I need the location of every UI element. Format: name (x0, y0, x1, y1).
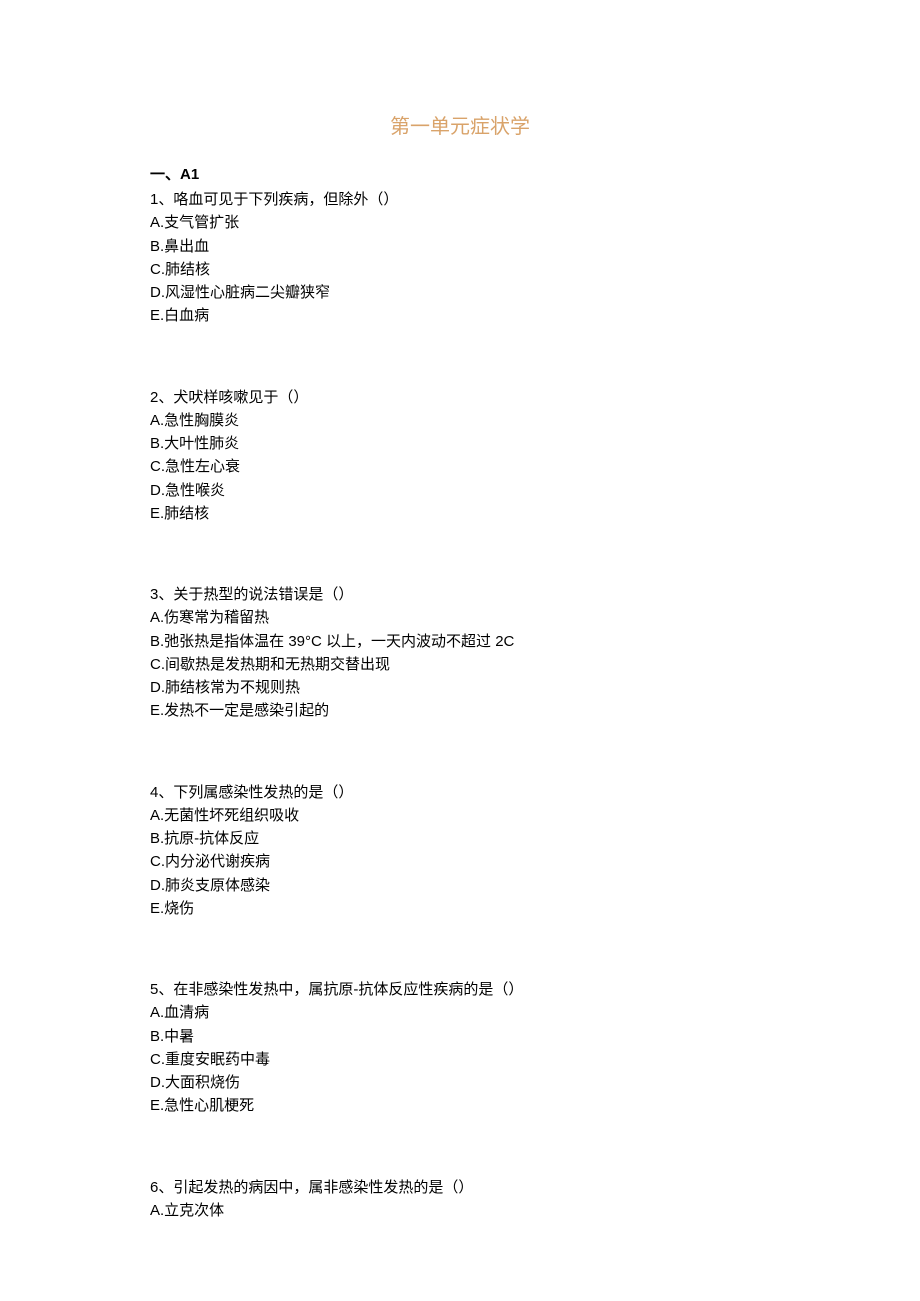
question-stem: 1、咯血可见于下列疾病，但除外（） (150, 188, 770, 211)
question-stem-text: 咯血可见于下列疾病，但除外（） (173, 191, 398, 208)
question-option: E.发热不一定是感染引起的 (150, 699, 770, 722)
question-stem-text: 犬吠样咳嗽见于（） (173, 389, 308, 406)
question-stem: 3、关于热型的说法错误是（） (150, 583, 770, 606)
question-option: B.中暑 (150, 1025, 770, 1048)
question-option: B.鼻出血 (150, 235, 770, 258)
question-option: D.急性喉炎 (150, 479, 770, 502)
question-stem-text: 引起发热的病因中，属非感染性发热的是（） (173, 1179, 473, 1196)
question-number: 6、 (150, 1179, 173, 1196)
question-option: D.肺结核常为不规则热 (150, 676, 770, 699)
question-block: 3、关于热型的说法错误是（）A.伤寒常为稽留热B.弛张热是指体温在 39°C 以… (150, 583, 770, 723)
question-option: A.立克次体 (150, 1199, 770, 1222)
question-stem: 5、在非感染性发热中，属抗原-抗体反应性疾病的是（） (150, 978, 770, 1001)
questions-container: 1、咯血可见于下列疾病，但除外（）A.支气管扩张B.鼻出血C.肺结核D.风湿性心… (150, 188, 770, 1222)
question-option: A.无菌性坏死组织吸收 (150, 804, 770, 827)
question-block: 5、在非感染性发热中，属抗原-抗体反应性疾病的是（）A.血清病B.中暑C.重度安… (150, 978, 770, 1118)
question-option: D.风湿性心脏病二尖瓣狭窄 (150, 281, 770, 304)
question-block: 6、引起发热的病因中，属非感染性发热的是（）A.立克次体 (150, 1176, 770, 1223)
question-option: C.内分泌代谢疾病 (150, 850, 770, 873)
question-option: E.肺结核 (150, 502, 770, 525)
question-stem: 2、犬吠样咳嗽见于（） (150, 386, 770, 409)
question-stem-text: 下列属感染性发热的是（） (173, 784, 353, 801)
question-option: C.急性左心衰 (150, 455, 770, 478)
question-block: 2、犬吠样咳嗽见于（）A.急性胸膜炎B.大叶性肺炎C.急性左心衰D.急性喉炎E.… (150, 386, 770, 526)
question-stem-text: 在非感染性发热中，属抗原-抗体反应性疾病的是（） (173, 981, 523, 998)
question-block: 1、咯血可见于下列疾病，但除外（）A.支气管扩张B.鼻出血C.肺结核D.风湿性心… (150, 188, 770, 328)
question-option: E.急性心肌梗死 (150, 1094, 770, 1117)
section-label: 一、A1 (150, 163, 770, 184)
question-option: A.伤寒常为稽留热 (150, 606, 770, 629)
question-option: A.支气管扩张 (150, 211, 770, 234)
question-block: 4、下列属感染性发热的是（）A.无菌性坏死组织吸收B.抗原-抗体反应C.内分泌代… (150, 781, 770, 921)
question-option: C.间歇热是发热期和无热期交替出现 (150, 653, 770, 676)
question-option: E.白血病 (150, 304, 770, 327)
question-number: 5、 (150, 981, 173, 998)
question-stem: 4、下列属感染性发热的是（） (150, 781, 770, 804)
question-option: E.烧伤 (150, 897, 770, 920)
question-option: C.肺结核 (150, 258, 770, 281)
question-option: C.重度安眠药中毒 (150, 1048, 770, 1071)
question-stem: 6、引起发热的病因中，属非感染性发热的是（） (150, 1176, 770, 1199)
question-option: B.大叶性肺炎 (150, 432, 770, 455)
question-option: B.抗原-抗体反应 (150, 827, 770, 850)
question-number: 1、 (150, 191, 173, 208)
question-stem-text: 关于热型的说法错误是（） (173, 586, 353, 603)
question-number: 3、 (150, 586, 173, 603)
question-number: 2、 (150, 389, 173, 406)
question-option: A.急性胸膜炎 (150, 409, 770, 432)
page-title: 第一单元症状学 (150, 110, 770, 139)
question-option: B.弛张热是指体温在 39°C 以上，一天内波动不超过 2C (150, 630, 770, 653)
question-option: D.肺炎支原体感染 (150, 874, 770, 897)
question-option: D.大面积烧伤 (150, 1071, 770, 1094)
question-option: A.血清病 (150, 1001, 770, 1024)
question-number: 4、 (150, 784, 173, 801)
